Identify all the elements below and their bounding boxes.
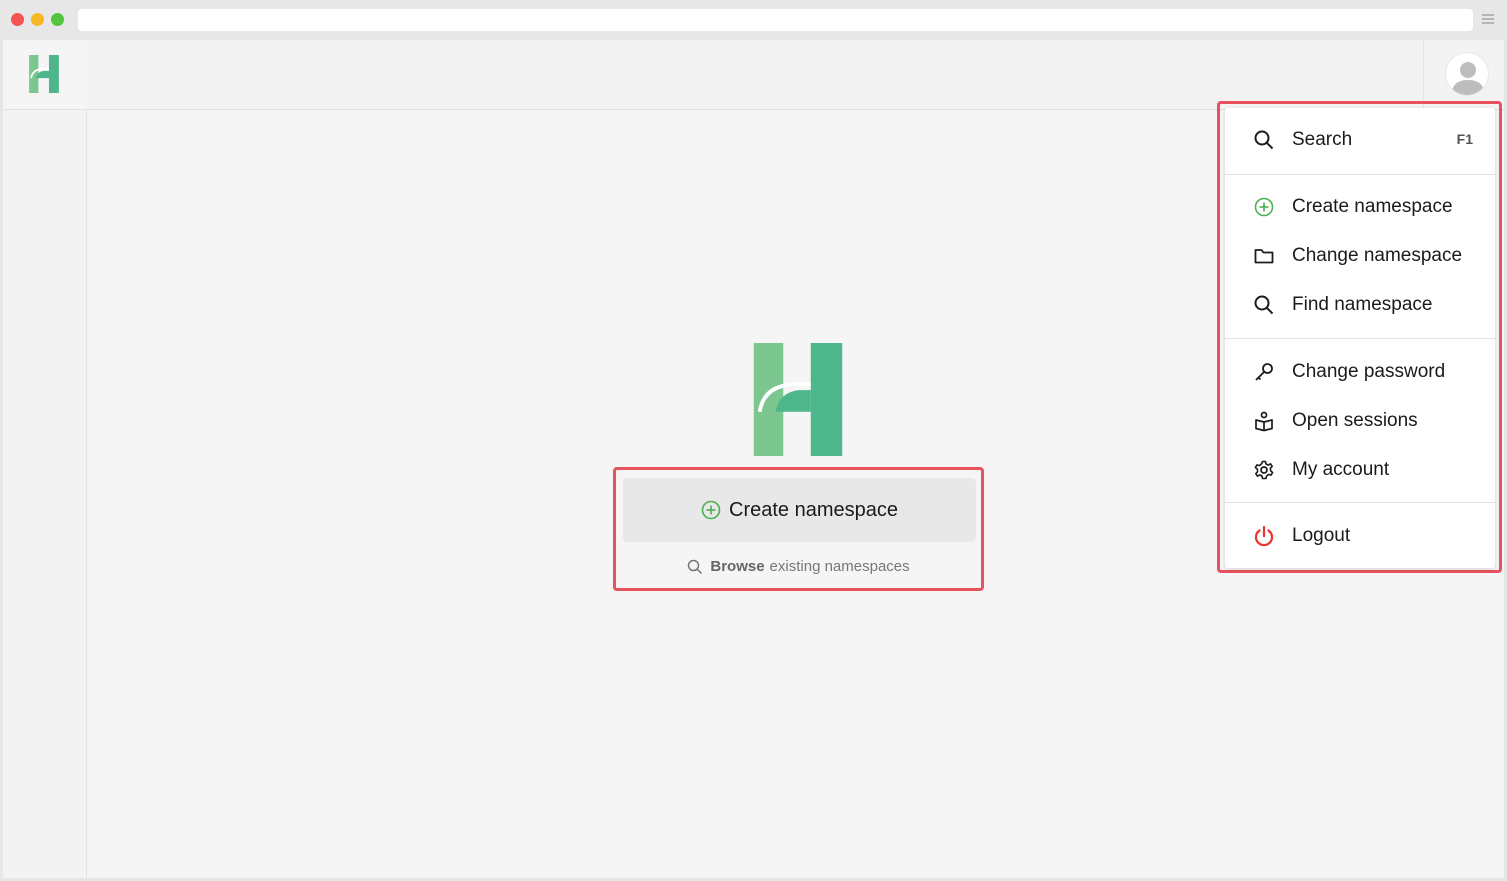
menu-item-logout[interactable]: Logout — [1225, 514, 1495, 558]
app-logo-icon[interactable] — [28, 55, 60, 93]
menu-item-find-namespace[interactable]: Find namespace — [1225, 283, 1495, 327]
menu-divider — [1225, 174, 1495, 175]
plus-circle-icon — [1254, 197, 1274, 217]
menu-item-change-password[interactable]: Change password — [1225, 350, 1495, 394]
plus-circle-icon — [701, 500, 721, 520]
create-namespace-button[interactable]: Create namespace — [623, 478, 976, 542]
sessions-icon — [1255, 411, 1273, 432]
maximize-window-dot[interactable] — [51, 13, 64, 26]
user-dropdown-menu: Search F1 Create namespace Change namesp… — [1225, 108, 1495, 568]
menu-item-open-sessions-label: Open sessions — [1292, 410, 1418, 431]
address-bar[interactable] — [78, 9, 1473, 31]
browse-namespaces-link[interactable]: Browse existing namespaces — [616, 558, 981, 575]
menu-item-my-account-label: My account — [1292, 459, 1390, 480]
search-icon — [688, 559, 703, 574]
menu-item-change-password-label: Change password — [1292, 361, 1446, 382]
menu-item-logout-label: Logout — [1292, 525, 1351, 546]
menu-item-change-namespace[interactable]: Change namespace — [1225, 234, 1495, 278]
menu-item-my-account[interactable]: My account — [1225, 448, 1495, 492]
avatar-icon[interactable] — [1445, 52, 1489, 96]
gear-icon — [1254, 460, 1274, 480]
menu-item-open-sessions[interactable]: Open sessions — [1225, 399, 1495, 443]
browser-menu-icon[interactable] — [1482, 14, 1494, 24]
user-menu-area — [1423, 40, 1504, 110]
menu-item-create-namespace[interactable]: Create namespace — [1225, 185, 1495, 229]
folder-icon — [1254, 249, 1274, 264]
menu-item-change-namespace-label: Change namespace — [1292, 245, 1463, 266]
browser-window: Create namespace Browse existing namespa… — [0, 0, 1507, 881]
browser-titlebar — [0, 0, 1507, 40]
search-icon — [1254, 295, 1274, 315]
menu-item-find-namespace-label: Find namespace — [1292, 294, 1433, 315]
search-shortcut-key: F1 — [1456, 131, 1473, 147]
sidebar — [3, 40, 87, 878]
create-namespace-button-label: Create namespace — [729, 498, 898, 521]
user-dropdown-highlight: Search F1 Create namespace Change namesp… — [1217, 101, 1502, 573]
create-namespace-panel: Create namespace Browse existing namespa… — [613, 467, 984, 591]
power-icon — [1254, 525, 1274, 547]
browse-rest-text: existing namespaces — [769, 558, 910, 575]
menu-divider — [1225, 502, 1495, 503]
minimize-window-dot[interactable] — [31, 13, 44, 26]
app-logo-large-icon — [753, 343, 843, 456]
close-window-dot[interactable] — [11, 13, 24, 26]
search-icon — [1254, 130, 1274, 150]
top-bar — [87, 40, 1504, 110]
browse-bold-text: Browse — [710, 558, 765, 575]
key-icon — [1255, 363, 1273, 381]
sidebar-logo-area — [3, 40, 87, 110]
menu-divider — [1225, 338, 1495, 339]
menu-item-search-label: Search — [1292, 129, 1353, 150]
menu-item-create-namespace-label: Create namespace — [1292, 196, 1453, 217]
menu-item-search[interactable]: Search F1 — [1225, 118, 1495, 162]
